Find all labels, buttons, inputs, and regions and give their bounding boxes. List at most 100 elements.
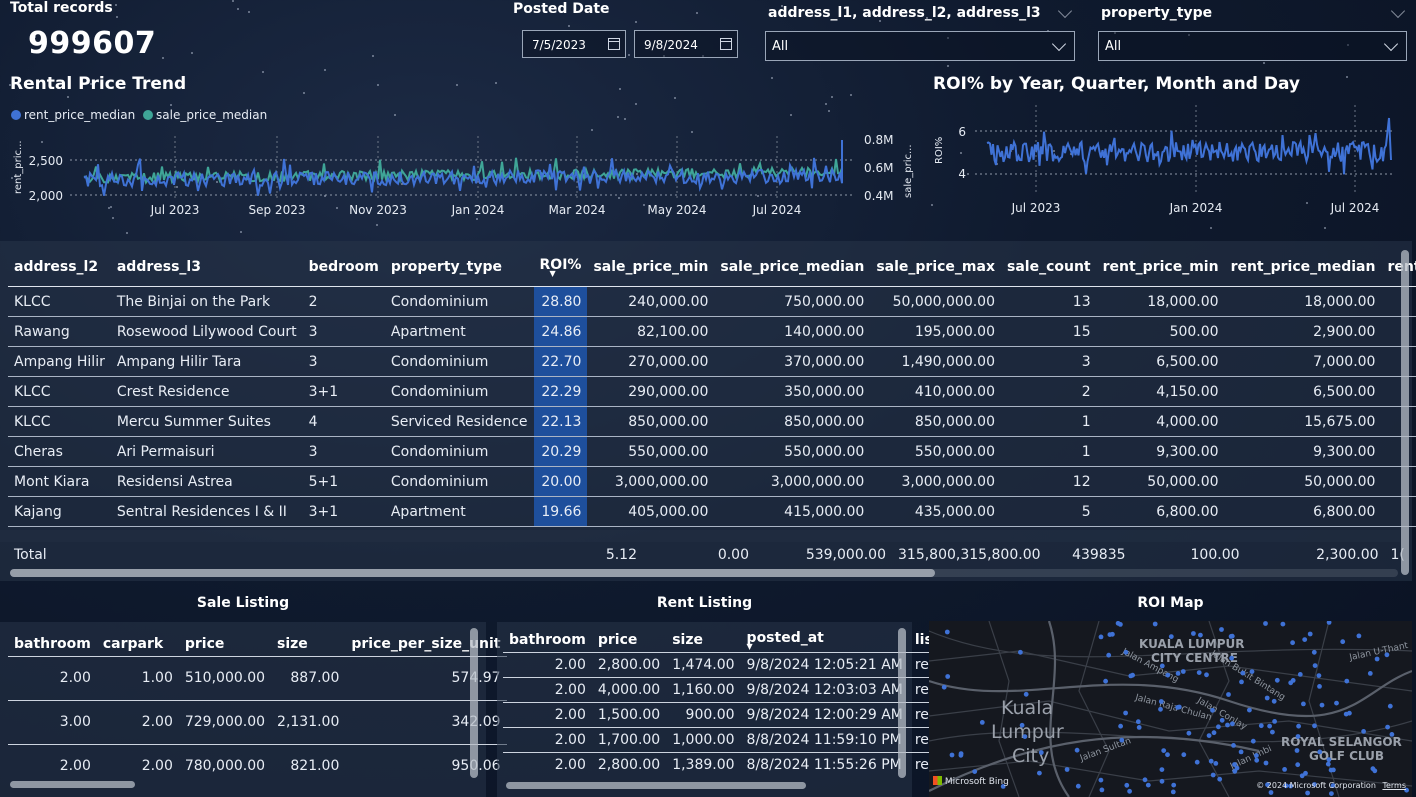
map-point[interactable] bbox=[1280, 621, 1286, 627]
date-from-input[interactable]: 7/5/2023 bbox=[522, 30, 626, 58]
map-point[interactable] bbox=[1186, 730, 1192, 736]
map-point[interactable] bbox=[1258, 723, 1264, 729]
map-point[interactable] bbox=[1181, 752, 1187, 758]
map-point[interactable] bbox=[1217, 776, 1223, 782]
map-point[interactable] bbox=[1229, 655, 1234, 661]
map-point[interactable] bbox=[1247, 707, 1252, 713]
map-point[interactable] bbox=[1295, 762, 1301, 768]
map-point[interactable] bbox=[1232, 762, 1237, 767]
map-point[interactable] bbox=[1098, 777, 1104, 783]
map-point[interactable] bbox=[1334, 700, 1339, 706]
map-point[interactable] bbox=[1288, 680, 1294, 686]
table-row[interactable]: Rawang Rosewood Lilywood Court 3 Apartment 2… bbox=[8, 316, 1416, 347]
map-point[interactable] bbox=[1316, 673, 1322, 678]
map-point[interactable] bbox=[1295, 734, 1301, 739]
map-point[interactable] bbox=[1329, 791, 1334, 796]
map-point[interactable] bbox=[941, 684, 947, 690]
map-point[interactable] bbox=[1312, 723, 1317, 729]
map-point[interactable] bbox=[1165, 672, 1171, 678]
map-point[interactable] bbox=[1022, 734, 1028, 739]
map-point[interactable] bbox=[1211, 730, 1217, 736]
column-header[interactable]: rent_price_median bbox=[1224, 248, 1382, 287]
map-point[interactable] bbox=[1118, 723, 1123, 729]
map-point[interactable] bbox=[1038, 750, 1044, 755]
map-point[interactable] bbox=[1294, 748, 1300, 753]
map-point[interactable] bbox=[1240, 670, 1246, 676]
column-header[interactable]: rent_price_min bbox=[1096, 248, 1225, 287]
map-point[interactable] bbox=[1282, 767, 1287, 772]
column-header[interactable]: address_l3 bbox=[110, 248, 303, 287]
map-point[interactable] bbox=[949, 752, 955, 758]
map-point[interactable] bbox=[1302, 637, 1308, 642]
map-point[interactable] bbox=[1136, 725, 1142, 730]
column-header[interactable]: price_per_size_unit bbox=[345, 632, 506, 656]
column-header[interactable]: price bbox=[592, 628, 666, 652]
map-point[interactable] bbox=[1175, 671, 1181, 676]
chevron-down-icon[interactable] bbox=[1390, 3, 1406, 19]
table-row[interactable]: KLCC Crest Residence 3+1 Condominium 22.29 29… bbox=[8, 376, 1416, 407]
column-header[interactable]: bathroom bbox=[503, 628, 592, 652]
map-point[interactable] bbox=[1198, 632, 1203, 638]
map-point[interactable] bbox=[958, 751, 964, 756]
map-point[interactable] bbox=[1389, 732, 1395, 737]
map-point[interactable] bbox=[1196, 670, 1202, 675]
roi-by-date-chart[interactable]: ROI% 6 4 Jul 2023 Jan 2024 Jul 2024 bbox=[925, 100, 1405, 225]
rent-vertical-scrollbar[interactable] bbox=[898, 628, 906, 778]
column-header-posted-at[interactable]: posted_at ▼ bbox=[741, 628, 909, 652]
map-point[interactable] bbox=[1159, 767, 1165, 772]
map-point[interactable] bbox=[1356, 633, 1362, 639]
map-point[interactable] bbox=[1264, 695, 1270, 701]
map-point[interactable] bbox=[1158, 706, 1163, 712]
map-point[interactable] bbox=[1171, 782, 1177, 788]
column-header[interactable]: bedroom bbox=[302, 248, 385, 287]
map-point[interactable] bbox=[1161, 748, 1167, 753]
address-select[interactable]: All bbox=[765, 31, 1075, 61]
map-point[interactable] bbox=[1204, 672, 1209, 678]
map-point[interactable] bbox=[1225, 722, 1230, 728]
map-point[interactable] bbox=[1158, 699, 1164, 704]
map-point[interactable] bbox=[1110, 631, 1115, 637]
map-point[interactable] bbox=[1074, 747, 1080, 753]
map-point[interactable] bbox=[1064, 767, 1070, 772]
map-point[interactable] bbox=[1305, 790, 1310, 796]
map-point[interactable] bbox=[1216, 724, 1221, 730]
map-point[interactable] bbox=[1311, 649, 1317, 655]
column-header[interactable]: sale_count bbox=[1001, 248, 1097, 287]
map-point[interactable] bbox=[1127, 788, 1132, 794]
table-vertical-scrollbar[interactable] bbox=[1401, 250, 1409, 575]
map-point[interactable] bbox=[1263, 621, 1268, 626]
map-point[interactable] bbox=[1210, 707, 1215, 713]
map-point[interactable] bbox=[1249, 669, 1255, 674]
map-point[interactable] bbox=[1344, 678, 1350, 684]
table-row[interactable]: 2.00 2,800.00 1,389.00 8/8/2024 11:55:26 PM… bbox=[503, 751, 939, 777]
column-header[interactable]: carpark bbox=[97, 632, 179, 656]
map-point[interactable] bbox=[1228, 634, 1234, 639]
map-point[interactable] bbox=[972, 769, 978, 774]
map-point[interactable] bbox=[979, 720, 985, 725]
map-point[interactable] bbox=[1267, 723, 1272, 729]
map-point[interactable] bbox=[1325, 761, 1331, 767]
map-point[interactable] bbox=[1297, 672, 1303, 677]
map-point[interactable] bbox=[1208, 758, 1214, 764]
map-point[interactable] bbox=[1175, 705, 1181, 710]
map-point[interactable] bbox=[1343, 711, 1349, 717]
table-row[interactable]: 2.00 1,700.00 1,000.00 8/8/2024 11:59:10 PM… bbox=[503, 726, 939, 752]
column-header[interactable]: address_l2 bbox=[8, 248, 111, 287]
map-point[interactable] bbox=[945, 674, 951, 679]
map-point[interactable] bbox=[1023, 691, 1029, 697]
map-point[interactable] bbox=[1135, 719, 1141, 725]
map-point[interactable] bbox=[1165, 752, 1170, 758]
map-point[interactable] bbox=[1142, 777, 1148, 783]
map-point[interactable] bbox=[1115, 621, 1121, 626]
map-point[interactable] bbox=[1372, 768, 1378, 774]
column-header[interactable]: bathroom bbox=[8, 632, 97, 656]
map-point[interactable] bbox=[1230, 721, 1235, 727]
map-point[interactable] bbox=[1361, 729, 1366, 734]
map-point[interactable] bbox=[1384, 652, 1390, 658]
map-point[interactable] bbox=[1326, 621, 1332, 625]
map-point[interactable] bbox=[1238, 749, 1244, 755]
map-point[interactable] bbox=[1326, 757, 1332, 763]
column-header[interactable]: price bbox=[179, 632, 271, 656]
column-header[interactable]: size bbox=[271, 632, 345, 656]
map-point[interactable] bbox=[1119, 737, 1125, 743]
